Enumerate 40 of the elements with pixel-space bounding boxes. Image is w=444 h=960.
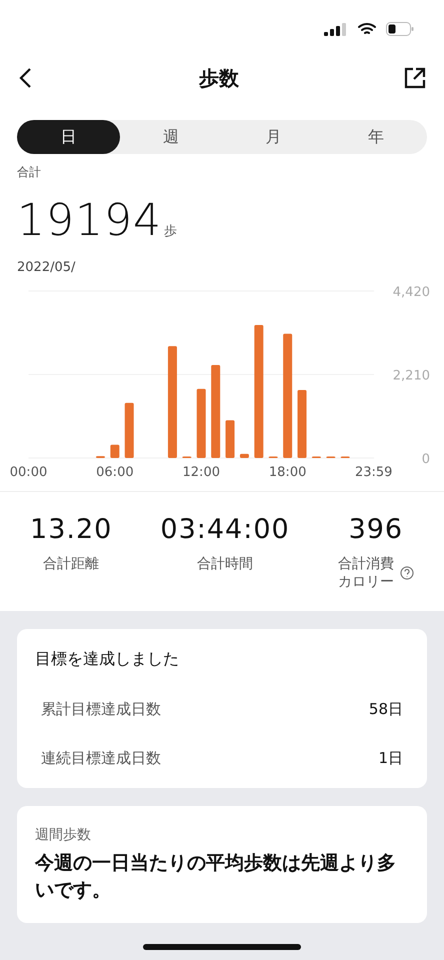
axis-label: 23:59 xyxy=(354,465,392,480)
bar xyxy=(124,402,134,458)
bar xyxy=(226,420,235,458)
step-unit: 歩 xyxy=(164,223,177,240)
row-label: 連続目標達成日数 xyxy=(41,749,161,768)
row-label: 累計目標達成日数 xyxy=(41,700,161,719)
stat-label: 合計時間 xyxy=(197,555,254,573)
row-value: 58日 xyxy=(368,700,403,719)
period-tab[interactable]: 週 xyxy=(120,120,222,154)
page-title: 歩数 xyxy=(199,64,239,92)
stat-label: 合計距離 xyxy=(43,555,100,573)
axis-label: 06:00 xyxy=(96,465,134,480)
axis-label: 18:00 xyxy=(268,465,306,480)
weekly-message: 今週の一日当たりの平均歩数は先週より多いです。 xyxy=(35,851,397,903)
bar xyxy=(196,388,206,458)
period-tab[interactable]: 日 xyxy=(17,120,120,154)
axis-label: 0 xyxy=(422,452,430,467)
bar xyxy=(298,390,307,458)
date-label: 2022/05/ xyxy=(17,260,76,275)
period-tab[interactable]: 月 xyxy=(222,120,324,154)
stat-label: 合計消費カロリー xyxy=(338,555,395,591)
battery-icon xyxy=(386,22,414,36)
bar xyxy=(240,454,249,458)
stat-value: 396 xyxy=(348,514,404,545)
stat-value: 13.20 xyxy=(30,514,112,545)
axis-label: 2,210 xyxy=(392,368,430,384)
card-label: 週間歩数 xyxy=(35,826,92,844)
total-label: 合計 xyxy=(17,164,41,181)
help-icon[interactable] xyxy=(400,566,414,580)
axis-label: 12:00 xyxy=(182,465,220,480)
period-tab[interactable]: 年 xyxy=(324,120,427,154)
row-value: 1日 xyxy=(378,749,403,768)
wifi-icon xyxy=(358,22,376,36)
bar xyxy=(110,444,120,458)
stat-value: 03:44:00 xyxy=(160,514,290,545)
axis-label: 4,420 xyxy=(392,285,430,300)
axis-label: 00:00 xyxy=(10,465,48,480)
signal-icon xyxy=(324,22,348,36)
step-count: 19194 xyxy=(17,195,162,246)
card-title: 目標を達成しました xyxy=(35,649,180,670)
